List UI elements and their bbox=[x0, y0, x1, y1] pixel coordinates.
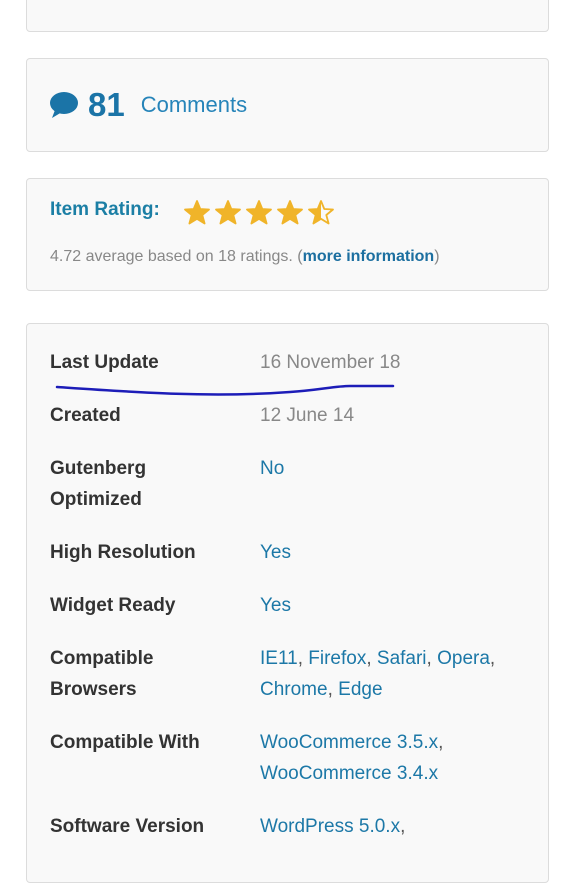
rating-summary-prefix: 4.72 average based on 18 ratings. ( bbox=[50, 248, 303, 265]
software-link[interactable]: WordPress 5.0.x bbox=[260, 816, 400, 837]
comments-link[interactable]: Comments bbox=[141, 87, 247, 123]
browser-link[interactable]: Edge bbox=[338, 679, 382, 700]
last-update-value: 16 November 18 bbox=[260, 352, 401, 373]
rating-stars bbox=[183, 199, 335, 225]
high-resolution-label: High Resolution bbox=[50, 542, 196, 563]
rating-title: Item Rating: bbox=[50, 199, 160, 220]
star-full-icon bbox=[215, 200, 241, 225]
rating-summary: 4.72 average based on 18 ratings. (more … bbox=[50, 248, 440, 266]
created-value: 12 June 14 bbox=[260, 405, 355, 426]
star-full-icon bbox=[184, 200, 210, 225]
browser-link[interactable]: Safari bbox=[377, 648, 427, 669]
comment-bubble-icon bbox=[49, 91, 79, 119]
compatible-link[interactable]: WooCommerce 3.4.x bbox=[260, 763, 438, 784]
comments-card: 81 Comments bbox=[26, 58, 549, 152]
created-label: Created bbox=[50, 405, 121, 426]
star-full-icon bbox=[277, 200, 303, 225]
gutenberg-value[interactable]: No bbox=[260, 453, 535, 484]
last-update-label: Last Update bbox=[50, 352, 159, 373]
gutenberg-label: Gutenberg Optimized bbox=[50, 453, 250, 515]
comments-count[interactable]: 81 bbox=[88, 87, 125, 123]
browsers-label-line2: Browsers bbox=[50, 679, 137, 700]
rating-card: Item Rating: 4.72 average based on 18 ra… bbox=[26, 178, 549, 291]
widget-ready-value[interactable]: Yes bbox=[260, 590, 535, 621]
browsers-value: IE11, Firefox, Safari, Opera, Chrome, Edg… bbox=[260, 648, 496, 700]
star-full-icon bbox=[246, 200, 272, 225]
widget-ready-label: Widget Ready bbox=[50, 595, 176, 616]
software-version-value: WordPress 5.0.x, bbox=[260, 816, 406, 837]
browser-link[interactable]: Firefox bbox=[308, 648, 366, 669]
browser-link[interactable]: Chrome bbox=[260, 679, 328, 700]
browser-link[interactable]: IE11 bbox=[260, 648, 298, 669]
gutenberg-label-line2: Optimized bbox=[50, 489, 142, 510]
item-meta-card: Last Update 16 November 18 Created 12 Ju… bbox=[26, 323, 549, 883]
rating-summary-suffix: ) bbox=[434, 248, 440, 265]
compatible-with-label: Compatible With bbox=[50, 732, 200, 753]
comments-row[interactable]: 81 Comments bbox=[49, 87, 247, 123]
compatible-with-value: WooCommerce 3.5.x, WooCommerce 3.4.x bbox=[260, 732, 444, 784]
star-half-icon bbox=[308, 200, 334, 225]
browsers-label-line1: Compatible bbox=[50, 648, 154, 669]
software-version-label: Software Version bbox=[50, 816, 205, 837]
browsers-label: Compatible Browsers bbox=[50, 643, 250, 705]
high-resolution-value[interactable]: Yes bbox=[260, 537, 535, 568]
gutenberg-label-line1: Gutenberg bbox=[50, 458, 147, 479]
more-information-link[interactable]: more information bbox=[303, 248, 435, 265]
browser-link[interactable]: Opera bbox=[437, 648, 490, 669]
compatible-link[interactable]: WooCommerce 3.5.x bbox=[260, 732, 438, 753]
previous-card bbox=[26, 0, 549, 32]
